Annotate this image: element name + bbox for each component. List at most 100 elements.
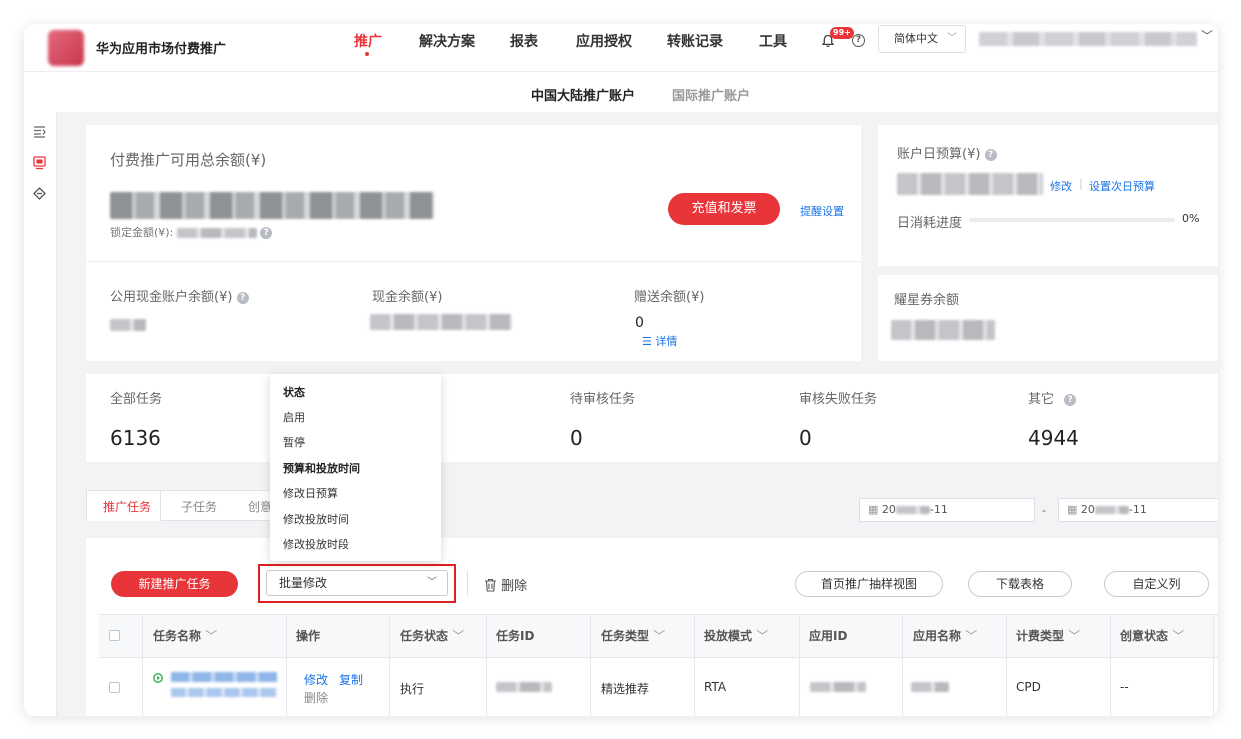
column-label: 任务名称	[153, 629, 202, 643]
end-date-day: -11	[1128, 503, 1147, 516]
other-tasks-count: 4944	[1028, 426, 1079, 450]
chevron-down-icon[interactable]: ﹀	[1201, 27, 1213, 44]
public-cash-balance-label: 公用现金账户余额(¥)	[110, 290, 233, 305]
chevron-down-icon: ﹀	[452, 629, 465, 643]
start-date-year: 20	[881, 503, 896, 516]
pending-tasks-label: 待审核任务	[570, 392, 636, 407]
column-label: 投放模式	[704, 629, 753, 643]
daily-budget-label: 账户日预算(¥)	[897, 147, 981, 162]
nav-solutions[interactable]: 解决方案	[419, 31, 475, 51]
help-icon[interactable]: ?	[852, 34, 865, 47]
tab-international-account[interactable]: 国际推广账户	[672, 85, 750, 104]
total-balance-value	[110, 192, 434, 219]
custom-columns-button[interactable]: 自定义列	[1104, 571, 1209, 597]
modify-budget-link[interactable]: 修改	[1050, 178, 1072, 194]
nav-app-authorization[interactable]: 应用授权	[576, 31, 632, 51]
failed-tasks-label: 审核失败任务	[799, 392, 878, 407]
new-task-button[interactable]: 新建推广任务	[111, 571, 238, 597]
end-date-input[interactable]: ▦ 20 -11	[1058, 498, 1218, 522]
daily-consumption-label: 日消耗进度	[897, 216, 963, 231]
tab-mainland-account[interactable]: 中国大陆推广账户	[531, 85, 635, 104]
daily-budget-title: 账户日预算(¥) ?	[897, 143, 997, 162]
end-date-year: 20	[1080, 503, 1095, 516]
column-creative-status[interactable]: 创意状态 ﹀	[1120, 614, 1184, 658]
dropdown-group-budget-time: 预算和投放时间	[283, 462, 360, 475]
recharge-invoice-button[interactable]: 充值和发票	[668, 193, 780, 225]
ad-promotion-icon[interactable]	[32, 155, 47, 170]
row-checkbox[interactable]	[109, 682, 120, 693]
select-all-checkbox[interactable]	[109, 630, 120, 641]
column-label: 任务类型	[601, 629, 650, 643]
chevron-down-icon: ﹀	[756, 629, 769, 643]
delete-link[interactable]: 删除	[304, 689, 328, 706]
help-icon[interactable]: ?	[1064, 393, 1077, 406]
column-task-name[interactable]: 任务名称 ﹀	[153, 614, 217, 658]
cash-balance-label: 现金余额(¥)	[372, 290, 443, 305]
nav-reports[interactable]: 报表	[510, 31, 538, 51]
help-icon[interactable]: ?	[236, 291, 249, 304]
batch-modify-dropdown: 状态 启用 暂停 预算和投放时间 修改日预算 修改投放时间 修改投放时段	[270, 374, 441, 561]
app-id-value	[810, 682, 866, 692]
dropdown-item-modify-daily-budget[interactable]: 修改日预算	[283, 485, 338, 501]
nav-transfer-records[interactable]: 转账记录	[667, 31, 723, 51]
start-date-hidden	[895, 506, 930, 514]
dropdown-item-enable[interactable]: 启用	[283, 409, 305, 425]
link-separator: |	[1079, 177, 1083, 190]
help-icon[interactable]: ?	[260, 227, 273, 239]
daily-consumption-percent: 0%	[1182, 212, 1200, 225]
column-task-type[interactable]: 任务类型 ﹀	[601, 614, 665, 658]
all-tasks-label: 全部任务	[110, 392, 163, 407]
chevron-down-icon: ﹀	[965, 629, 978, 643]
sample-view-button[interactable]: 首页推广抽样视图	[795, 571, 943, 597]
calendar-icon: ▦	[868, 503, 879, 516]
dropdown-item-modify-delivery-period[interactable]: 修改投放时段	[283, 536, 349, 552]
brand-logo[interactable]	[48, 30, 84, 66]
end-date-hidden	[1094, 506, 1129, 514]
gift-balance-value: 0	[635, 315, 644, 331]
delete-button[interactable]: 删除	[484, 575, 527, 594]
coupon-balance-value	[891, 320, 995, 340]
coupon-icon[interactable]	[32, 186, 47, 201]
language-select[interactable]: 简体中文 ﹀	[878, 25, 966, 53]
tab-subtasks[interactable]: 子任务	[181, 498, 217, 515]
nav-tools[interactable]: 工具	[759, 31, 787, 51]
table-row: 修改 复制 删除 执行 精选推荐 RTA CPD --	[99, 658, 1218, 716]
delete-button-label: 删除	[501, 579, 528, 594]
task-type-value: 精选推荐	[601, 682, 650, 696]
task-name-link-line2[interactable]	[171, 688, 277, 697]
tab-promotion-tasks[interactable]: 推广任务	[103, 498, 151, 515]
set-next-day-budget-link[interactable]: 设置次日预算	[1089, 178, 1155, 194]
all-tasks-count: 6136	[110, 426, 161, 450]
menu-collapse-icon[interactable]	[32, 124, 47, 139]
total-balance-title: 付费推广可用总余额(¥)	[110, 151, 267, 169]
dropdown-item-modify-delivery-time[interactable]: 修改投放时间	[283, 511, 349, 527]
task-name-link[interactable]	[171, 672, 277, 682]
failed-tasks-count: 0	[799, 426, 812, 450]
column-task-status[interactable]: 任务状态 ﹀	[400, 614, 464, 658]
tab-creatives[interactable]: 创意	[248, 498, 272, 515]
coupon-balance-label: 耀星券余额	[894, 293, 960, 308]
chevron-down-icon: ﹀	[1068, 629, 1081, 643]
user-account-name[interactable]	[979, 32, 1197, 46]
column-actions: 操作	[296, 629, 321, 643]
column-app-name[interactable]: 应用名称 ﹀	[913, 614, 977, 658]
column-billing-type[interactable]: 计费类型 ﹀	[1016, 614, 1080, 658]
locked-amount: 锁定金额(¥): ?	[110, 224, 273, 240]
download-table-button[interactable]: 下载表格	[968, 571, 1072, 597]
column-delivery-mode[interactable]: 投放模式 ﹀	[704, 614, 768, 658]
sidebar	[24, 112, 57, 716]
app-name-value	[911, 682, 949, 692]
gift-balance-label: 赠送余额(¥)	[634, 290, 705, 305]
modify-link[interactable]: 修改	[304, 671, 328, 688]
reminder-settings-link[interactable]: 提醒设置	[800, 203, 844, 219]
chevron-down-icon: ﹀	[205, 629, 218, 643]
dropdown-item-pause[interactable]: 暂停	[283, 434, 305, 450]
help-icon[interactable]: ?	[984, 148, 997, 161]
daily-consumption-progress	[969, 218, 1175, 222]
language-select-value: 简体中文	[894, 32, 938, 45]
copy-link[interactable]: 复制	[339, 671, 363, 688]
detail-link[interactable]: ☰ 详情	[642, 333, 677, 349]
nav-promotion[interactable]: 推广	[354, 31, 382, 51]
pending-tasks-count: 0	[570, 426, 583, 450]
start-date-input[interactable]: ▦ 20 -11	[859, 498, 1035, 522]
